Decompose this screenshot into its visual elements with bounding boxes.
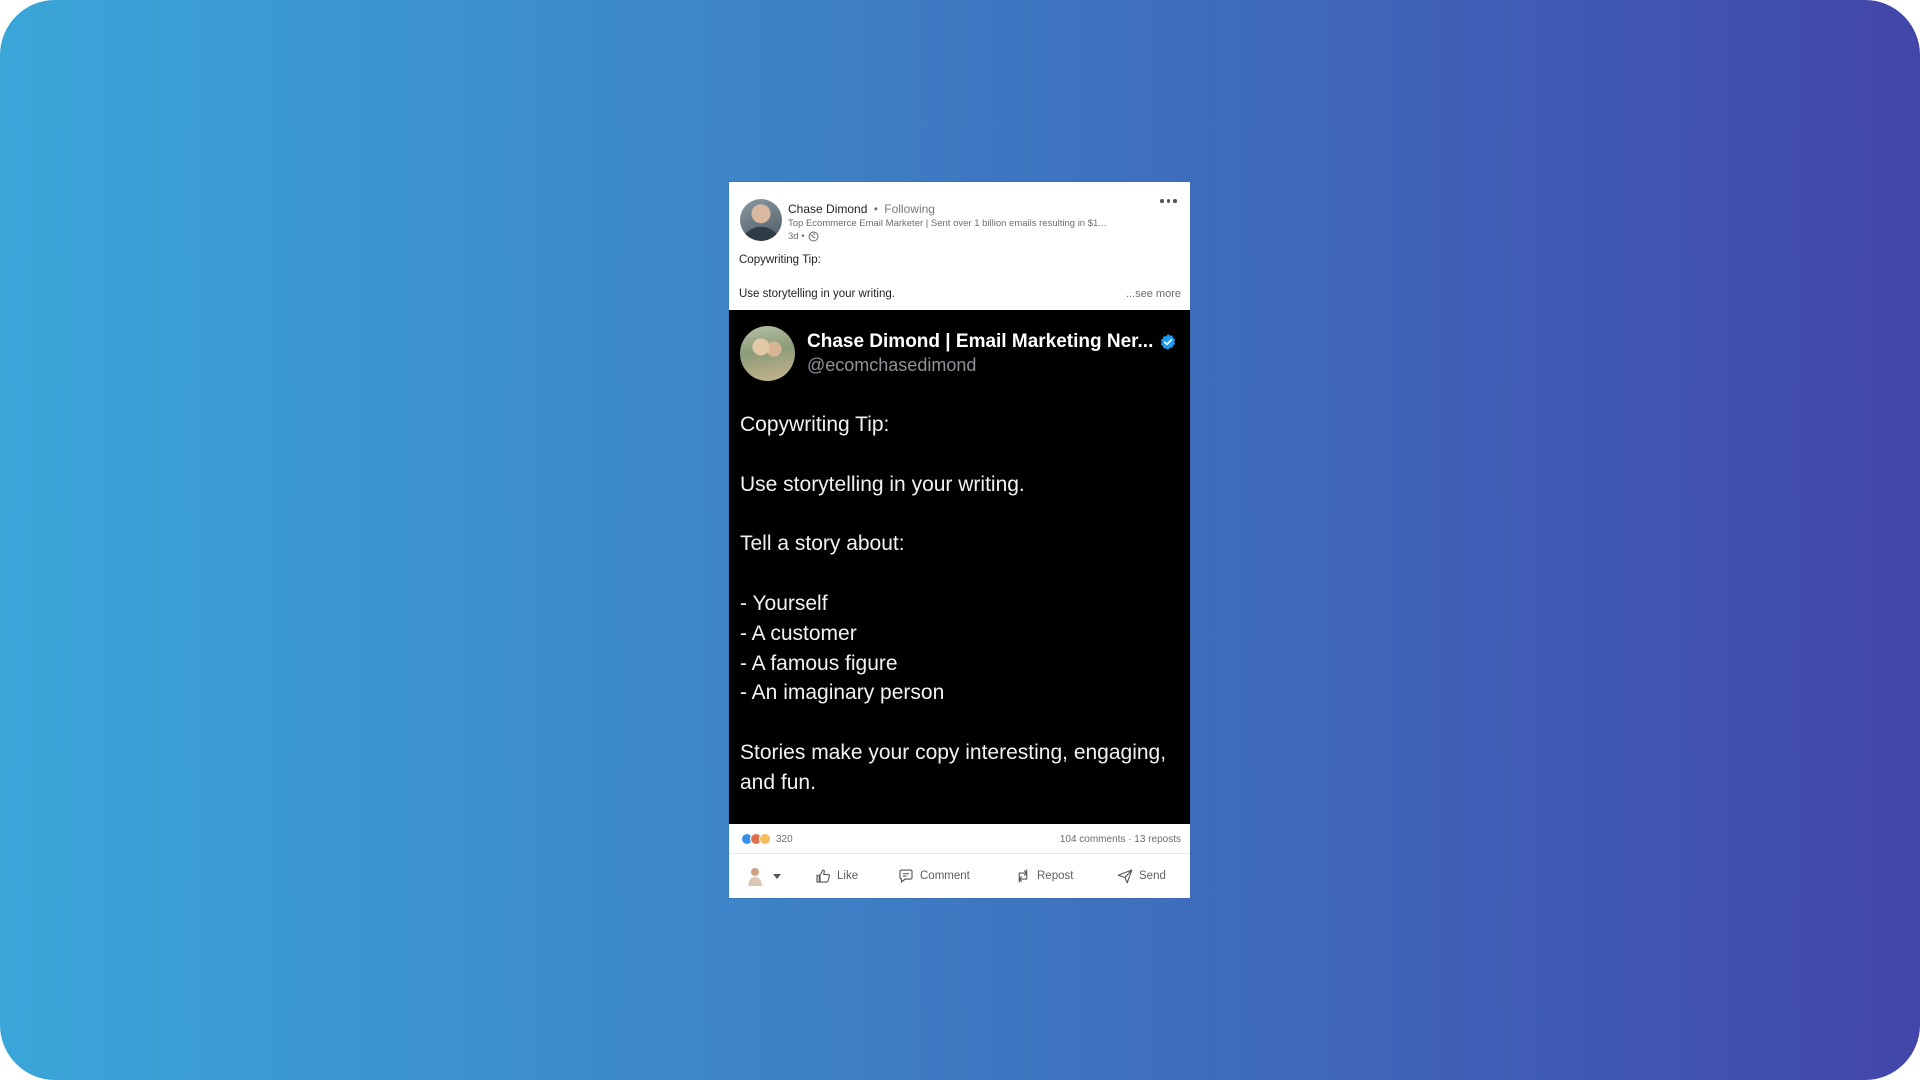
send-label: Send <box>1139 870 1166 882</box>
tweet-line: - A famous figure <box>740 652 898 675</box>
action-bar: Like Comment Repost Send <box>729 854 1190 898</box>
tweet-line: - A customer <box>740 622 857 645</box>
reaction-count: 320 <box>776 833 793 845</box>
comments-reposts-count[interactable]: 104 comments · 13 reposts <box>1060 834 1181 845</box>
chevron-down-icon[interactable] <box>773 874 781 879</box>
comment-icon <box>899 869 913 883</box>
author-line: Chase Dimond • Following <box>788 202 935 216</box>
like-label: Like <box>837 870 859 882</box>
more-options-icon[interactable] <box>1160 195 1180 207</box>
linkedin-post-card: Chase Dimond • Following Top Ecommerce E… <box>729 182 1190 898</box>
like-button[interactable]: Like <box>814 867 858 885</box>
post-time: 3d • <box>788 231 805 242</box>
send-icon <box>1117 869 1133 884</box>
tweet-line: Tell a story about: <box>740 532 905 555</box>
tweet-line: - An imaginary person <box>740 681 945 704</box>
post-body-line-1: Copywriting Tip: <box>739 254 821 266</box>
follow-status: Following <box>884 202 935 216</box>
gradient-background: Chase Dimond • Following Top Ecommerce E… <box>0 0 1920 1080</box>
reaction-avatar-icon[interactable] <box>747 866 763 886</box>
author-avatar[interactable] <box>740 199 782 241</box>
tweet-line: Use storytelling in your writing. <box>740 473 1025 496</box>
tweet-line: Copywriting Tip: <box>740 413 890 436</box>
tweet-author-name-row: Chase Dimond | Email Marketing Ner... <box>807 331 1177 353</box>
reactions-summary[interactable]: 320 <box>741 833 793 845</box>
comment-button[interactable]: Comment <box>897 867 970 885</box>
like-icon <box>816 869 830 883</box>
globe-icon <box>808 231 818 242</box>
repost-button[interactable]: Repost <box>1014 867 1073 885</box>
send-button[interactable]: Send <box>1116 867 1166 885</box>
post-meta: 3d • <box>788 231 819 242</box>
tweet-avatar <box>740 326 795 381</box>
see-more-link[interactable]: ...see more <box>1126 288 1181 300</box>
repost-label: Repost <box>1037 870 1074 882</box>
social-counts-bar: 320 104 comments · 13 reposts <box>729 824 1190 854</box>
tweet-line: and fun. <box>740 771 816 794</box>
tweet-screenshot-image[interactable]: Chase Dimond | Email Marketing Ner... @e… <box>729 310 1190 824</box>
comment-label: Comment <box>920 870 970 882</box>
verified-icon <box>1161 334 1176 350</box>
post-header: Chase Dimond • Following Top Ecommerce E… <box>729 182 1190 310</box>
tweet-author-name: Chase Dimond | Email Marketing Ner... <box>807 331 1154 352</box>
insightful-reaction-icon <box>759 833 771 845</box>
separator: • <box>873 202 878 216</box>
author-headline: Top Ecommerce Email Marketer | Sent over… <box>788 218 1107 229</box>
author-name[interactable]: Chase Dimond <box>788 202 867 216</box>
post-body-line-2: Use storytelling in your writing. <box>739 288 895 300</box>
repost-icon <box>1018 869 1028 883</box>
tweet-handle: @ecomchasedimond <box>807 355 977 375</box>
tweet-line: Stories make your copy interesting, enga… <box>740 741 1167 764</box>
tweet-line: - Yourself <box>740 592 828 615</box>
